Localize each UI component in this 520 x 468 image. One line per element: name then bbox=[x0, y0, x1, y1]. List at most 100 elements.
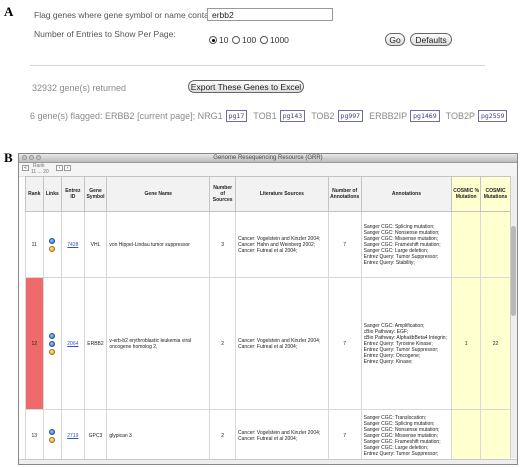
num-annotations-cell: 7 bbox=[327, 409, 362, 463]
ncbi-link-icon[interactable] bbox=[49, 429, 56, 435]
window-zoom-icon[interactable] bbox=[36, 155, 41, 160]
radio-100[interactable]: 100 bbox=[232, 35, 256, 45]
flagged-genes-prefix: 6 gene(s) flagged: ERBB2 [current page];… bbox=[30, 111, 223, 121]
panel-a-letter: A bbox=[4, 4, 14, 19]
next-page-icon[interactable]: › bbox=[64, 165, 71, 171]
radio-dot-1000[interactable] bbox=[260, 36, 268, 44]
literature-line: Cancer: Vogelstein and Kinzler 2004; bbox=[238, 337, 321, 344]
page-link-pg143[interactable]: pg143 bbox=[279, 110, 306, 122]
section-divider bbox=[30, 65, 485, 66]
entrez-link[interactable]: 2719 bbox=[67, 433, 78, 439]
ncbi-link-icon[interactable] bbox=[49, 332, 56, 339]
col-literature-header[interactable]: Literature Sources bbox=[235, 176, 329, 212]
entrez-link[interactable]: 2064 bbox=[67, 341, 78, 347]
col-symbol-header[interactable]: Gene Symbol bbox=[83, 176, 108, 212]
radio-1000-label: 1000 bbox=[270, 35, 289, 45]
col-num-annotations-header[interactable]: Number of Annotations bbox=[327, 176, 362, 212]
cosmic-mut-cell bbox=[480, 211, 511, 278]
flag-genes-input[interactable] bbox=[207, 8, 333, 21]
radio-1000[interactable]: 1000 bbox=[260, 35, 289, 45]
radio-10-label: 10 bbox=[219, 35, 229, 45]
annotation-line: Entrez Query: Tumor Suppressor; bbox=[363, 253, 439, 260]
col-num-sources-header[interactable]: Number of Sources bbox=[209, 176, 237, 212]
page-link-pg2559[interactable]: pg2559 bbox=[477, 110, 508, 122]
entrez-cell: 7428 bbox=[61, 211, 85, 278]
literature-cell: Cancer: Vogelstein and Kinzler 2004; Can… bbox=[235, 211, 329, 278]
entrez-link[interactable]: 7428 bbox=[67, 242, 78, 248]
links-cell bbox=[42, 211, 63, 278]
page-link-pg997[interactable]: pg997 bbox=[337, 110, 364, 122]
literature-line: Cancer: Futreal et al 2004; bbox=[238, 343, 298, 350]
col-cosmic-mut-header[interactable]: COSMIC Mutations bbox=[480, 176, 511, 212]
annotation-line: Entrez Query: Tumor Suppressor; bbox=[363, 346, 439, 353]
flagged-gene-tob1: TOB1 bbox=[253, 111, 277, 121]
literature-line: Cancer: Vogelstein and Kinzler 2004; bbox=[238, 235, 321, 242]
rank-cell-highlighted: 12 bbox=[25, 277, 44, 410]
col-gene-name-header[interactable]: Gene Name bbox=[106, 176, 211, 212]
radio-dot-100[interactable] bbox=[232, 36, 240, 44]
literature-line: Cancer: Hahn and Weinberg 2002; bbox=[238, 241, 316, 248]
flagged-gene-tob2: TOB2 bbox=[311, 111, 335, 121]
col-entrez-header[interactable]: Entrez ID bbox=[61, 176, 85, 212]
entries-per-page-label: Number of Entries to Show Per Page: bbox=[34, 29, 176, 39]
entrez-cell: 2719 bbox=[61, 409, 85, 463]
entrez-cell: 2064 bbox=[61, 277, 85, 410]
flagged-gene-erbb2ip: ERBB2IP bbox=[369, 111, 408, 121]
cosmic-link-icon[interactable] bbox=[49, 348, 56, 355]
panel-b-letter: B bbox=[4, 150, 13, 165]
cosmic-link-icon[interactable] bbox=[49, 437, 56, 443]
defaults-button[interactable]: Defaults bbox=[410, 33, 452, 46]
col-links-header[interactable]: Links bbox=[42, 176, 63, 212]
window-title: Genome Resequencing Resource (GRR) bbox=[213, 155, 323, 161]
gene-name-cell: glypican 3 bbox=[106, 409, 211, 463]
window-minimize-icon[interactable] bbox=[29, 155, 34, 160]
col-annotations-header[interactable]: Annotations bbox=[360, 176, 453, 212]
literature-cell: Cancer: Vogelstein and Kinzler 2004; Can… bbox=[235, 277, 329, 410]
rank-cell: 13 bbox=[25, 409, 44, 463]
ncbi-link-icon[interactable] bbox=[49, 237, 56, 244]
cosmic-link-icon[interactable] bbox=[49, 245, 56, 252]
symbol-cell: VHL bbox=[83, 211, 108, 278]
table-row: 13 2719 GPC3 glypican 3 2 Cancer: Vogels… bbox=[25, 409, 511, 463]
prev-page-icon[interactable]: ‹ bbox=[56, 165, 63, 171]
page-link-pg17[interactable]: pg17 bbox=[225, 110, 248, 122]
annotation-line: Entrez Query: Tumor Suppressor; bbox=[363, 451, 439, 457]
cosmic-pct-cell bbox=[451, 211, 482, 278]
annotation-line: cBio Pathway: AlphaⅡbBeta4 Integrin; bbox=[363, 334, 447, 341]
num-sources-cell: 3 bbox=[209, 211, 237, 278]
col-cosmic-pct-header[interactable]: COSMIC % Mutation bbox=[451, 176, 482, 212]
export-genes-button[interactable]: Export These Genes to Excel bbox=[188, 80, 304, 93]
annotation-line: Sanger CGC: Nonsense mutation; bbox=[363, 229, 440, 236]
num-annotations-cell: 7 bbox=[327, 277, 362, 410]
annotation-line: Entrez Query: Kinase; bbox=[363, 358, 413, 365]
num-sources-cell: 2 bbox=[209, 409, 237, 463]
col-rank-header[interactable]: Rank bbox=[25, 176, 44, 212]
rank-cell: 11 bbox=[25, 211, 44, 278]
table-row-highlighted: 12 2064 ERBB2 v-erb-b2 erythroblastic le… bbox=[25, 277, 511, 410]
radio-dot-10[interactable] bbox=[209, 36, 217, 44]
flagged-genes-row: 6 gene(s) flagged: ERBB2 [current page];… bbox=[30, 110, 518, 122]
radio-10[interactable]: 10 bbox=[209, 35, 228, 45]
window-close-icon[interactable] bbox=[22, 155, 27, 160]
page-link-pg1469[interactable]: pg1469 bbox=[410, 110, 440, 122]
annotations-cell: Sanger CGC: Splicing mutation; Sanger CG… bbox=[360, 211, 453, 278]
links-cell bbox=[42, 409, 63, 463]
cosmic-pct-cell bbox=[451, 409, 482, 463]
vertical-scrollbar[interactable] bbox=[510, 176, 517, 458]
annotation-line: Sanger CGC: Frameshift mutation; bbox=[363, 241, 441, 248]
first-page-icon[interactable]: « bbox=[22, 165, 29, 171]
annotation-line: Entrez Query: Stability; bbox=[363, 259, 415, 266]
annotation-line: Sanger CGC: Missense mutation; bbox=[363, 235, 439, 242]
go-button[interactable]: Go bbox=[385, 33, 405, 46]
literature-line: Cancer: Futreal et al 2004; bbox=[238, 247, 298, 254]
horizontal-scrollbar[interactable] bbox=[19, 459, 517, 464]
literature-cell: Cancer: Vogelstein and Kinzler 2004; Can… bbox=[235, 409, 329, 463]
cosmic-mut-cell bbox=[480, 409, 511, 463]
rank-range-label: 11 ... 20 bbox=[31, 169, 49, 175]
pathway-link-icon[interactable] bbox=[49, 340, 56, 347]
flagged-gene-tob2p: TOB2P bbox=[445, 111, 475, 121]
vertical-scroll-thumb[interactable] bbox=[511, 226, 516, 316]
literature-line: Cancer: Futreal et al 2004; bbox=[238, 436, 298, 442]
window-titlebar: Genome Resequencing Resource (GRR) bbox=[19, 154, 517, 163]
genes-returned-text: 32932 gene(s) returned bbox=[32, 83, 127, 93]
